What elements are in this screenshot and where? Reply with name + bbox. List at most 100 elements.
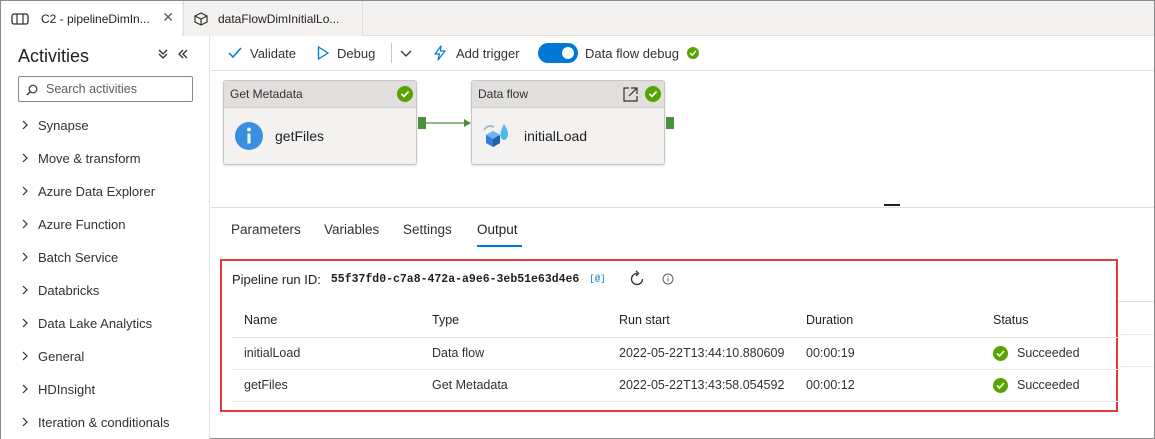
cell-type: Data flow: [432, 337, 619, 370]
chevron-right-icon: [21, 252, 31, 262]
sidebar-item-label: Databricks: [38, 282, 100, 298]
pipeline-canvas[interactable]: Get Metadata getFiles Data flow initialL…: [211, 71, 1154, 207]
active-tab-indicator: [477, 245, 522, 247]
chevron-down-icon: [400, 46, 412, 61]
tab-output[interactable]: Output: [477, 222, 518, 237]
activity-get-metadata[interactable]: Get Metadata getFiles: [223, 80, 417, 165]
status-text: Succeeded: [1017, 378, 1080, 392]
double-chevron-left-icon[interactable]: [177, 48, 189, 63]
panel-tabs: Parameters Variables Settings Output: [211, 207, 1154, 247]
output-panel: Pipeline run ID: 55f37fd0-c7a8-472a-a9e6…: [220, 259, 1118, 412]
activities-sidebar: Activities Synapse Move & transform Azur…: [1, 36, 210, 439]
sidebar-item-label: Iteration & conditionals: [38, 414, 170, 430]
search-box[interactable]: [18, 76, 193, 102]
sidebar-item-move-transform[interactable]: Move & transform: [21, 148, 141, 168]
table-row[interactable]: getFiles Get Metadata 2022-05-22T13:43:5…: [232, 369, 1118, 402]
info-icon: [234, 121, 264, 151]
sidebar-item-iteration-conditionals[interactable]: Iteration & conditionals: [21, 412, 170, 432]
cell-run-start: 2022-05-22T13:44:10.880609: [619, 337, 806, 370]
run-id-label: Pipeline run ID:: [232, 271, 321, 287]
play-icon: [317, 46, 329, 60]
sidebar-item-label: Data Lake Analytics: [38, 315, 153, 331]
sidebar-item-data-lake-analytics[interactable]: Data Lake Analytics: [21, 313, 152, 333]
run-id-value: 55f37fd0-c7a8-472a-a9e6-3eb51e63d4e6: [330, 272, 580, 286]
tab-parameters[interactable]: Parameters: [231, 222, 301, 237]
debug-label: Debug: [337, 45, 376, 61]
cell-type: Get Metadata: [432, 369, 619, 402]
table-header-row: Name Type Run start Duration Status: [232, 304, 1118, 338]
toolbar-divider: [391, 43, 392, 63]
chevron-right-icon: [21, 219, 31, 229]
tab-label: C2 - pipelineDimIn...: [41, 11, 150, 26]
sidebar-item-azure-function[interactable]: Azure Function: [21, 214, 125, 234]
column-header-run-start[interactable]: Run start: [619, 304, 806, 338]
connector-arrow: [426, 119, 471, 127]
pipeline-toolbar: Validate Debug Add trigger Data flow deb…: [211, 36, 1154, 71]
dataflow-icon: [482, 120, 514, 152]
sidebar-item-general[interactable]: General: [21, 346, 84, 366]
output-port[interactable]: [418, 117, 426, 129]
open-external-icon[interactable]: [622, 86, 639, 103]
table-row[interactable]: initialLoad Data flow 2022-05-22T13:44:1…: [232, 337, 1118, 370]
success-check-icon: [645, 86, 661, 102]
success-check-icon: [993, 345, 1008, 361]
sidebar-item-batch-service[interactable]: Batch Service: [21, 247, 118, 267]
activity-data-flow[interactable]: Data flow initialLoad: [471, 80, 665, 165]
tab-settings[interactable]: Settings: [403, 222, 452, 237]
activity-runs-table: Name Type Run start Duration Status init…: [232, 304, 1118, 402]
sidebar-item-hdinsight[interactable]: HDInsight: [21, 379, 95, 399]
panel-resize-handle[interactable]: [884, 204, 900, 206]
chevron-right-icon: [21, 351, 31, 361]
validate-button[interactable]: Validate: [228, 44, 296, 62]
toggle-switch[interactable]: [538, 43, 578, 63]
chevron-right-icon: [21, 186, 31, 196]
cell-duration: 00:00:12: [806, 369, 993, 402]
cell-status: Succeeded: [993, 337, 1118, 370]
activity-name: initialLoad: [524, 128, 588, 144]
tab-variables[interactable]: Variables: [324, 222, 379, 237]
cell-run-start: 2022-05-22T13:43:58.054592: [619, 369, 806, 402]
column-header-duration[interactable]: Duration: [806, 304, 993, 338]
sidebar-item-synapse[interactable]: Synapse: [21, 115, 89, 135]
data-flow-debug-toggle[interactable]: Data flow debug: [538, 43, 699, 63]
sidebar-item-databricks[interactable]: Databricks: [21, 280, 99, 300]
search-input[interactable]: [46, 82, 186, 96]
dataflow-icon: [192, 11, 210, 26]
sidebar-item-label: Move & transform: [38, 150, 141, 166]
validate-label: Validate: [250, 45, 297, 61]
info-icon[interactable]: [662, 273, 674, 285]
sidebar-title: Activities: [18, 46, 90, 66]
checkmark-icon: [228, 47, 242, 59]
chevron-right-icon: [21, 417, 31, 427]
copy-icon[interactable]: [@]: [589, 274, 605, 284]
divider: [1118, 301, 1154, 302]
refresh-icon[interactable]: [628, 270, 646, 288]
activity-type-label: Get Metadata: [224, 81, 416, 108]
success-check-icon: [993, 377, 1008, 393]
cell-name: getFiles: [232, 369, 432, 402]
debug-button[interactable]: Debug: [317, 44, 375, 62]
add-trigger-button[interactable]: Add trigger: [432, 44, 520, 62]
chevron-right-icon: [21, 120, 31, 130]
column-header-type[interactable]: Type: [432, 304, 619, 338]
data-flow-debug-label: Data flow debug: [585, 45, 679, 61]
double-chevron-down-icon[interactable]: [157, 48, 169, 63]
output-port[interactable]: [666, 117, 674, 129]
column-header-name[interactable]: Name: [232, 304, 432, 338]
sidebar-item-label: Azure Data Explorer: [38, 183, 156, 199]
tab-dataflow[interactable]: dataFlowDimInitialLo...: [183, 1, 363, 36]
sidebar-item-label: Batch Service: [38, 249, 119, 265]
chevron-right-icon: [21, 318, 31, 328]
pipeline-run-id-row: Pipeline run ID: 55f37fd0-c7a8-472a-a9e6…: [232, 270, 674, 288]
cell-name: initialLoad: [232, 337, 432, 370]
add-trigger-label: Add trigger: [456, 45, 520, 61]
debug-options-dropdown[interactable]: [400, 44, 412, 62]
column-header-status[interactable]: Status: [993, 304, 1118, 338]
close-icon[interactable]: ✕: [162, 10, 174, 24]
tab-pipeline[interactable]: C2 - pipelineDimIn... ✕: [1, 1, 182, 36]
tab-bar: C2 - pipelineDimIn... ✕ dataFlowDimIniti…: [1, 1, 1154, 36]
sidebar-item-label: General: [38, 348, 85, 364]
sidebar-item-label: Azure Function: [38, 216, 126, 232]
sidebar-item-azure-data-explorer[interactable]: Azure Data Explorer: [21, 181, 155, 201]
cell-status: Succeeded: [993, 369, 1118, 402]
